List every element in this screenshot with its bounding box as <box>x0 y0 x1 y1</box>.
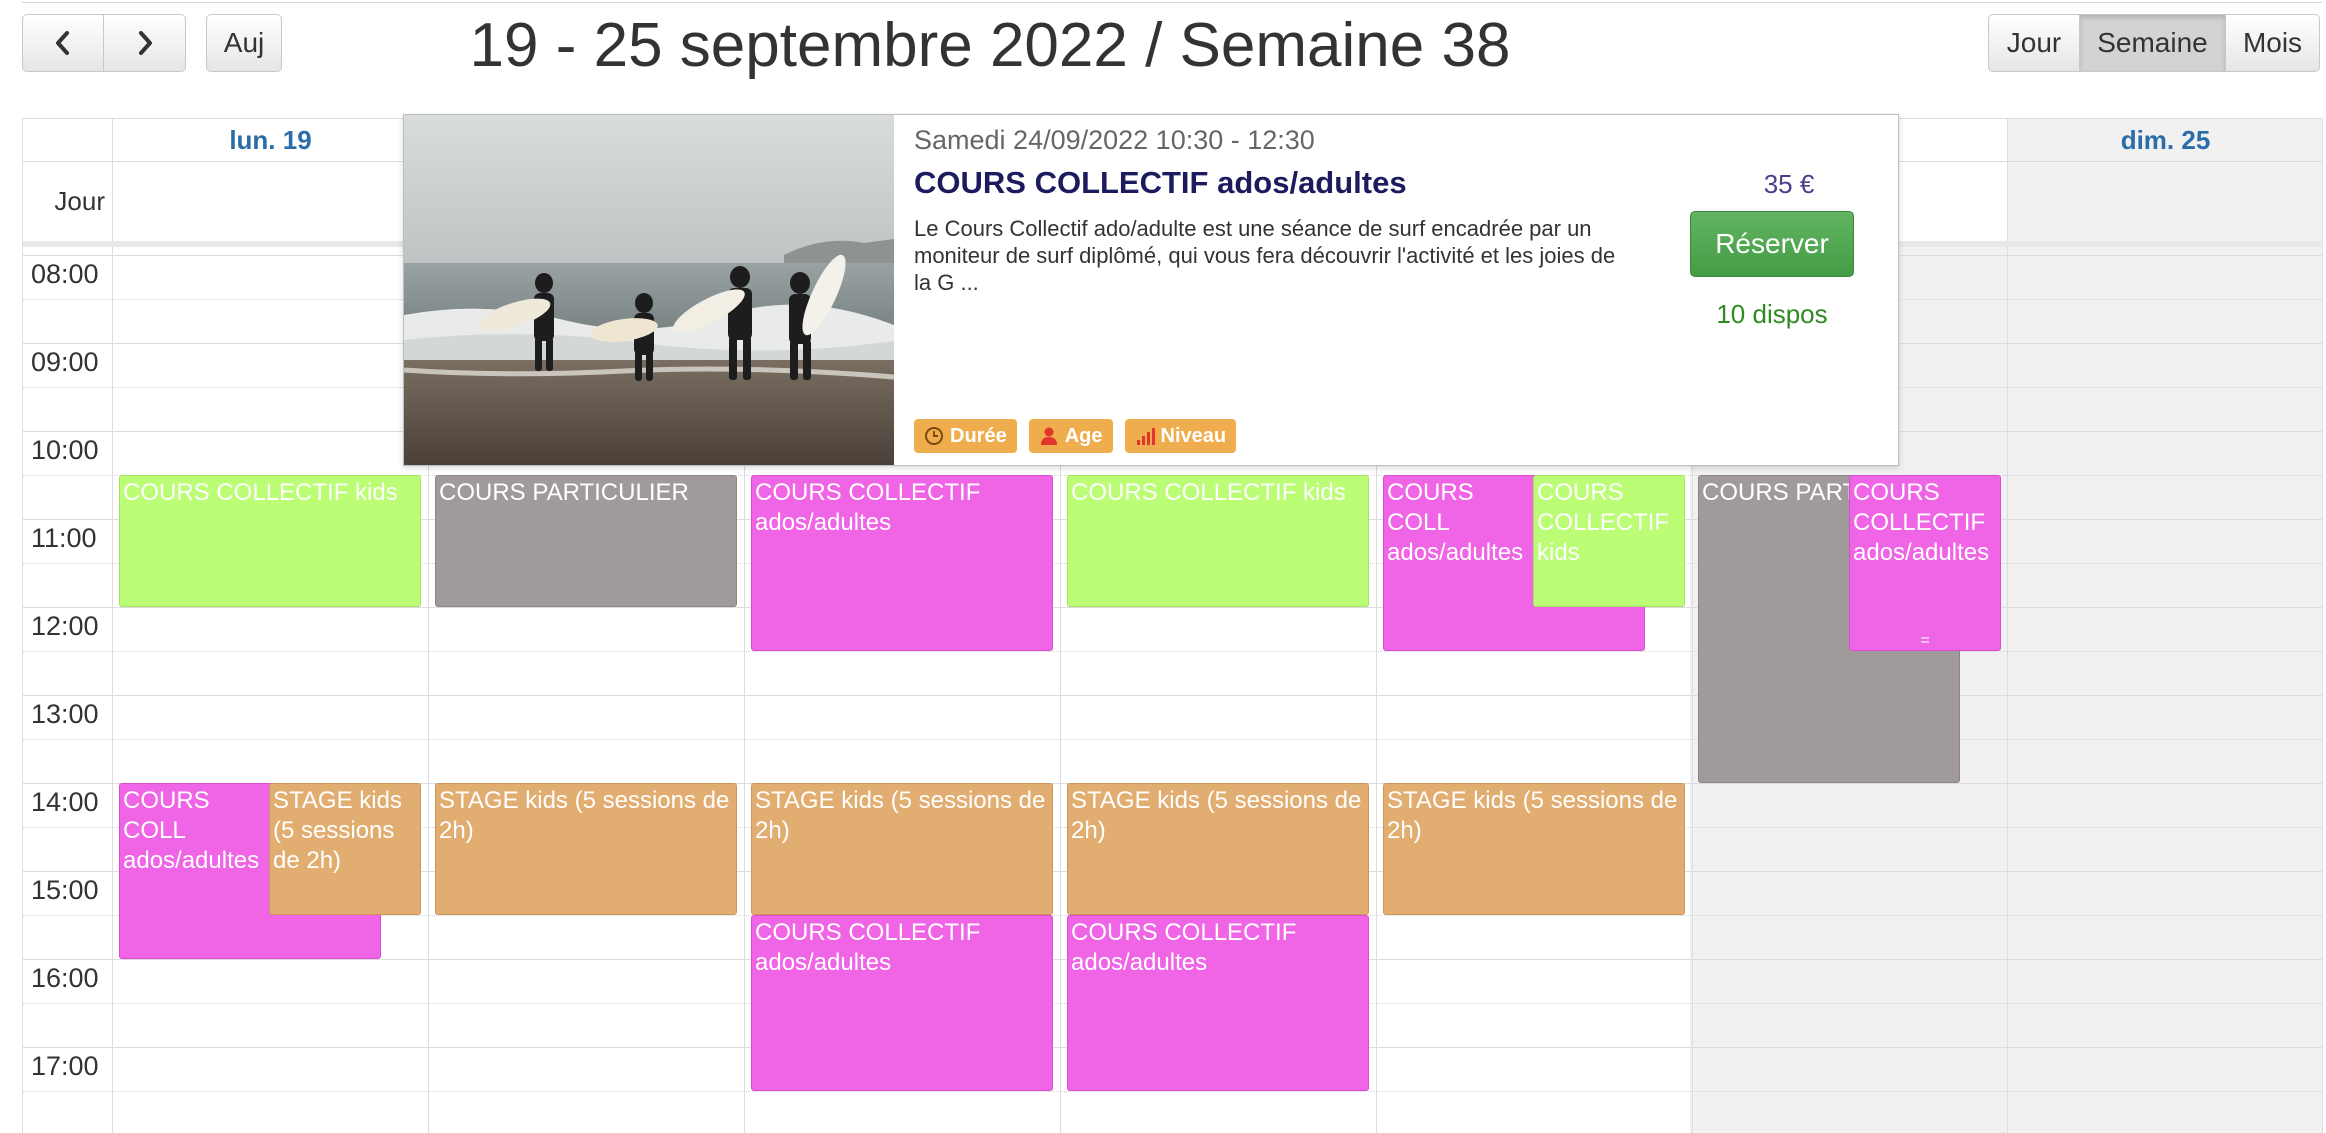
event-title: COURS COLLECTIF ados/adultes <box>1853 479 1990 566</box>
event-title: STAGE kids (5 sessions de 2h) <box>1387 787 1678 844</box>
event-title: COURS COLLECTIF kids <box>123 479 398 506</box>
hour-label: 12:00 <box>31 611 99 641</box>
event-title: STAGE kids (5 sessions de 2h) <box>273 787 402 874</box>
hour-label: 15:00 <box>31 875 99 905</box>
calendar-event[interactable]: STAGE kids (5 sessions de 2h) <box>1383 783 1685 915</box>
calendar-event[interactable]: COURS COLLECTIF ados/adultes <box>751 915 1053 1091</box>
day-header-sunday[interactable]: dim. 25 <box>2008 119 2323 161</box>
tag-label: Niveau <box>1160 424 1227 447</box>
top-divider <box>22 2 2322 3</box>
half-hour-line <box>23 651 2323 652</box>
event-tags: Durée Age Niveau <box>914 419 1237 453</box>
hour-label: 17:00 <box>31 1051 99 1081</box>
person-icon <box>1040 427 1057 445</box>
day-column-divider <box>2322 119 2323 1133</box>
event-datetime: Samedi 24/09/2022 10:30 - 12:30 <box>914 125 1315 155</box>
view-day-button[interactable]: Jour <box>1988 14 2080 72</box>
week-title: 19 - 25 septembre 2022 / Semaine 38 <box>469 11 1511 80</box>
event-title: STAGE kids (5 sessions de 2h) <box>439 787 730 844</box>
signal-bars-icon <box>1136 428 1155 445</box>
event-title: STAGE kids (5 sessions de 2h) <box>755 787 1046 844</box>
allday-label: Jour <box>54 186 105 216</box>
view-week-button[interactable]: Semaine <box>2080 14 2226 72</box>
reserve-button[interactable]: Réserver <box>1690 211 1854 277</box>
calendar-event[interactable]: COURS COLLECTIF ados/adultes <box>1067 915 1369 1091</box>
event-popup: Samedi 24/09/2022 10:30 - 12:30 COURS CO… <box>403 114 1899 466</box>
calendar-event[interactable]: STAGE kids (5 sessions de 2h) <box>269 783 421 915</box>
calendar-event[interactable]: COURS COLLECTIF ados/adultes = <box>1849 475 2001 651</box>
calendar-event[interactable]: STAGE kids (5 sessions de 2h) <box>1067 783 1369 915</box>
day-header-monday[interactable]: lun. 19 <box>113 119 428 161</box>
calendar-event[interactable]: COURS PARTICULIER <box>435 475 737 607</box>
resize-handle[interactable]: = <box>1850 632 2000 650</box>
half-hour-line <box>23 739 2323 740</box>
event-title: STAGE kids (5 sessions de 2h) <box>1071 787 1362 844</box>
calendar-event[interactable]: COURS COLLECTIF kids <box>1067 475 1369 607</box>
tag-label: Durée <box>950 424 1007 447</box>
tag-label: Age <box>1064 424 1103 447</box>
calendar-event[interactable]: COURS COLLECTIF kids <box>119 475 421 607</box>
calendar-event[interactable]: STAGE kids (5 sessions de 2h) <box>435 783 737 915</box>
tag-duration[interactable]: Durée <box>914 419 1017 453</box>
event-title: COURS COLLECTIF ados/adultes <box>755 479 981 536</box>
hour-label: 09:00 <box>31 347 99 377</box>
hour-line <box>23 695 2323 696</box>
day-column-divider <box>112 119 113 1133</box>
tag-level[interactable]: Niveau <box>1124 419 1237 453</box>
clock-icon <box>925 427 943 445</box>
calendar-event[interactable]: STAGE kids (5 sessions de 2h) <box>751 783 1053 915</box>
event-title: COURS COLLECTIF kids <box>1537 479 1670 566</box>
event-title: COURS COLLECTIF ados/adultes <box>755 919 981 976</box>
hour-label: 08:00 <box>31 259 99 289</box>
event-price: 35 € <box>1763 169 1815 199</box>
tag-age[interactable]: Age <box>1028 419 1113 453</box>
event-title[interactable]: COURS COLLECTIF ados/adultes <box>914 165 1407 201</box>
hour-label: 10:00 <box>31 435 99 465</box>
event-title: COURS COLL ados/adultes <box>1387 479 1524 566</box>
view-switcher: Jour Semaine Mois <box>1988 14 2320 72</box>
day-column-divider <box>2007 119 2008 1133</box>
hour-label: 16:00 <box>31 963 99 993</box>
event-title: COURS COLLECTIF kids <box>1071 479 1346 506</box>
event-description: Le Cours Collectif ado/adulte est une sé… <box>914 216 1616 295</box>
hour-label: 14:00 <box>31 787 99 817</box>
hour-label: 11:00 <box>31 523 97 553</box>
calendar-event[interactable]: COURS COLLECTIF ados/adultes <box>751 475 1053 651</box>
event-title: COURS COLLECTIF ados/adultes <box>1071 919 1297 976</box>
view-month-button[interactable]: Mois <box>2226 14 2320 72</box>
event-title: COURS COLL ados/adultes <box>123 787 260 874</box>
hour-label: 13:00 <box>31 699 99 729</box>
event-photo <box>404 115 894 465</box>
calendar-event[interactable]: COURS COLLECTIF kids <box>1533 475 1685 607</box>
availability-count: 10 dispos <box>1716 299 1828 329</box>
event-title: COURS PARTICULIER <box>439 479 689 506</box>
half-hour-line <box>23 1091 2323 1092</box>
